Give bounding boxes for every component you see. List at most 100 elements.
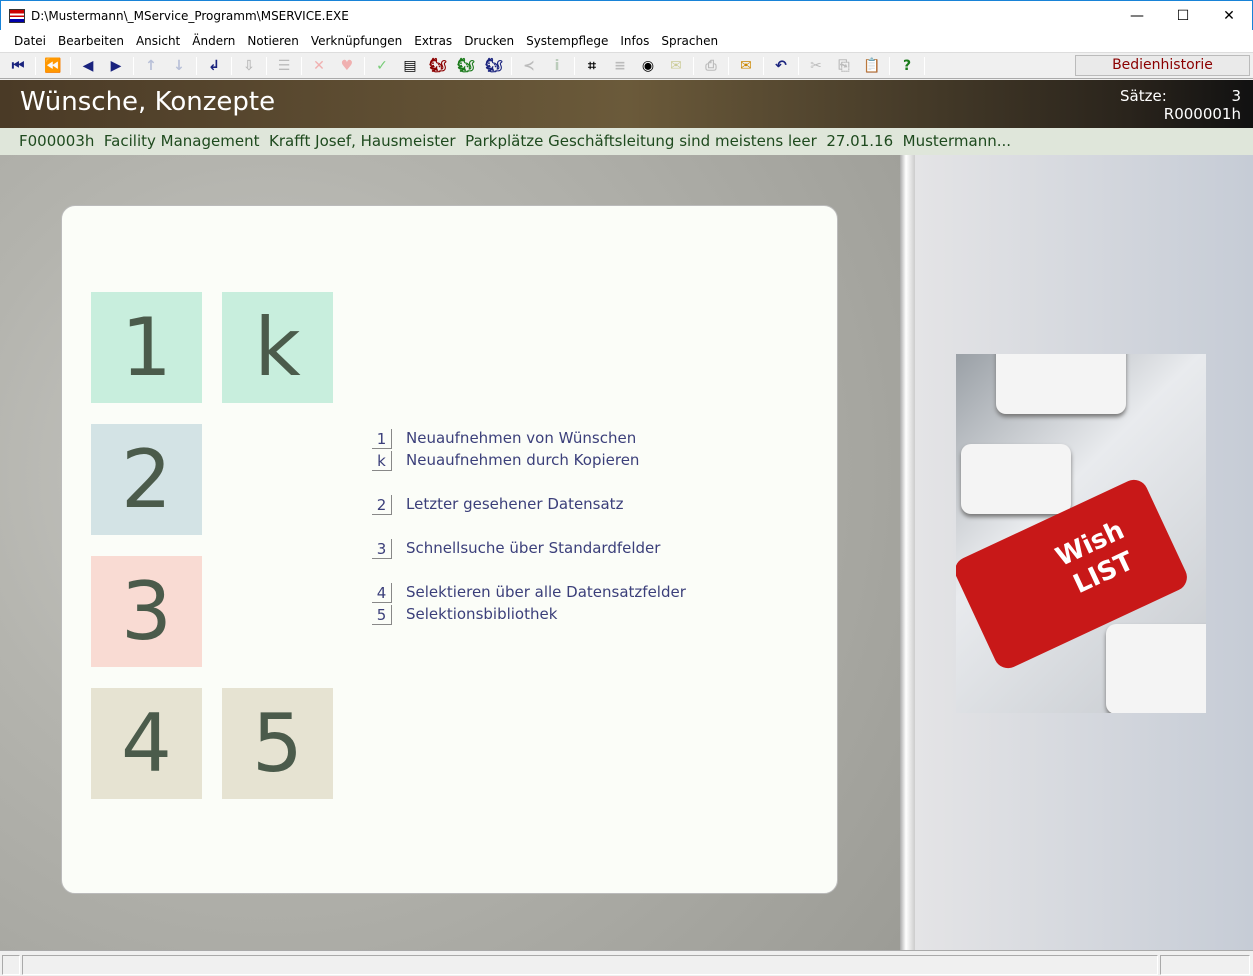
action-item[interactable]: 3 Schnellsuche über Standardfelder: [372, 539, 660, 559]
tile-5[interactable]: 5: [222, 688, 333, 799]
arrow-up-icon[interactable]: ↑: [137, 58, 165, 74]
action-key: k: [372, 451, 392, 471]
status-panel: [22, 955, 1158, 975]
close-button[interactable]: ✕: [1206, 8, 1252, 24]
toolbar-separator: [889, 56, 890, 75]
action-item[interactable]: 1 Neuaufnehmen von Wünschen: [372, 429, 636, 449]
copy-icon[interactable]: ⎘: [830, 58, 858, 74]
record-id: R000001h: [1163, 105, 1241, 123]
prev-record-icon[interactable]: ◀: [74, 58, 102, 74]
next-record-icon[interactable]: ▶: [102, 58, 130, 74]
menu-verknüpfungen[interactable]: Verknüpfungen: [305, 34, 408, 48]
menu-infos[interactable]: Infos: [614, 34, 655, 48]
app-icon: [9, 8, 25, 23]
toolbar-separator: [511, 56, 512, 75]
action-label: Neuaufnehmen von Wünschen: [406, 429, 637, 447]
toolbar-separator: [693, 56, 694, 75]
cut-icon[interactable]: ✂: [802, 58, 830, 74]
bedienhistorie-button[interactable]: Bedienhistorie: [1075, 55, 1250, 76]
menu-ändern[interactable]: Ändern: [186, 34, 241, 48]
toolbar-separator: [266, 56, 267, 75]
action-label: Selektieren über alle Datensatzfelder: [406, 583, 686, 601]
status-panel: [1160, 955, 1250, 975]
maximize-button[interactable]: ☐: [1160, 8, 1206, 24]
paste-icon[interactable]: 📋: [858, 58, 886, 74]
mail-icon[interactable]: ✉: [732, 58, 760, 74]
delete-icon[interactable]: ✕: [305, 58, 333, 74]
toolbar-separator: [728, 56, 729, 75]
action-key: 2: [372, 495, 392, 515]
toolbar-separator: [574, 56, 575, 75]
keyboard-key: [961, 444, 1071, 514]
menu-bearbeiten[interactable]: Bearbeiten: [52, 34, 130, 48]
import-icon[interactable]: ⇩: [235, 58, 263, 74]
arrow-down-icon[interactable]: ↓: [165, 58, 193, 74]
toolbar-separator: [133, 56, 134, 75]
pane-splitter[interactable]: [900, 155, 915, 950]
toolbar-separator: [924, 56, 925, 75]
page-title: Wünsche, Konzepte: [20, 87, 276, 117]
records-count: 3: [1231, 87, 1241, 105]
action-label: Letzter gesehener Datensatz: [406, 495, 624, 513]
undo-icon[interactable]: ↶: [767, 58, 795, 74]
minimize-button[interactable]: —: [1114, 8, 1160, 24]
binoculars-icon[interactable]: ⌗: [578, 58, 606, 74]
toolbar-separator: [763, 56, 764, 75]
menu-sprachen[interactable]: Sprachen: [655, 34, 724, 48]
eye-icon[interactable]: ◉: [634, 58, 662, 74]
info-icon[interactable]: i: [543, 58, 571, 74]
tile-1[interactable]: 1: [91, 292, 202, 403]
action-key: 1: [372, 429, 392, 449]
branch-icon[interactable]: ≺: [515, 58, 543, 74]
tile-4[interactable]: 4: [91, 688, 202, 799]
help-icon[interactable]: ?: [893, 58, 921, 74]
menu-systempflege[interactable]: Systempflege: [520, 34, 614, 48]
action-label: Selektionsbibliothek: [406, 605, 558, 623]
first-record-icon[interactable]: ⏮: [4, 58, 32, 74]
page-header: Wünsche, Konzepte Sätze: 3 R000001h: [0, 80, 1253, 128]
heart-icon[interactable]: ♥: [333, 58, 361, 74]
status-bar: [0, 950, 1253, 976]
document-icon[interactable]: ▤: [396, 58, 424, 74]
keyboard-key: [1106, 624, 1206, 713]
tile-2[interactable]: 2: [91, 424, 202, 535]
action-key: 3: [372, 539, 392, 559]
toolbar: ⏮ ⏪ ◀ ▶ ↑ ↓ ↲ ⇩ ☰ ✕ ♥ ✓ ▤ 🐿 🐿 🐿 ≺ i ⌗ ≡ ◉ ✉ ⎙ ✉ ↶ ✂ ⎘ 📋? Bedienhisto…: [0, 52, 1253, 79]
menu-drucken[interactable]: Drucken: [458, 34, 520, 48]
image-icon[interactable]: ✉: [662, 58, 690, 74]
menu-ansicht[interactable]: Ansicht: [130, 34, 186, 48]
print-icon[interactable]: ⎙: [697, 58, 725, 74]
tile-k[interactable]: k: [222, 292, 333, 403]
toolbar-separator: [301, 56, 302, 75]
action-item[interactable]: 4 Selektieren über alle Datensatzfelder: [372, 583, 686, 603]
action-item[interactable]: 5 Selektionsbibliothek: [372, 605, 557, 625]
list-icon[interactable]: ≡: [606, 58, 634, 74]
squirrel-blue-icon[interactable]: 🐿: [480, 58, 508, 74]
toolbar-separator: [798, 56, 799, 75]
tile-3[interactable]: 3: [91, 556, 202, 667]
action-item[interactable]: k Neuaufnehmen durch Kopieren: [372, 451, 639, 471]
toolbar-separator: [35, 56, 36, 75]
toolbar-separator: [196, 56, 197, 75]
enter-icon[interactable]: ↲: [200, 58, 228, 74]
keyboard-key: [996, 354, 1126, 414]
menu-datei[interactable]: Datei: [8, 34, 52, 48]
toolbar-separator: [70, 56, 71, 75]
action-key: 5: [372, 605, 392, 625]
squirrel-green-icon[interactable]: 🐿: [452, 58, 480, 74]
menu-bar: Datei Bearbeiten Ansicht Ändern Notieren Verk…: [0, 30, 1253, 52]
action-item[interactable]: 2 Letzter gesehener Datensatz: [372, 495, 623, 515]
title-bar: D:\Mustermann\_MService_Programm\MSERVIC…: [0, 0, 1253, 30]
action-label: Schnellsuche über Standardfelder: [406, 539, 661, 557]
toolbar-separator: [364, 56, 365, 75]
prev-page-icon[interactable]: ⏪: [39, 58, 67, 74]
record-info-line: F000003h Facility Management Krafft Jose…: [0, 128, 1253, 155]
action-key: 4: [372, 583, 392, 603]
action-label: Neuaufnehmen durch Kopieren: [406, 451, 640, 469]
tree-icon[interactable]: ☰: [270, 58, 298, 74]
menu-notieren[interactable]: Notieren: [241, 34, 304, 48]
check-icon[interactable]: ✓: [368, 58, 396, 74]
records-label: Sätze:: [1120, 87, 1167, 105]
menu-extras[interactable]: Extras: [408, 34, 458, 48]
squirrel-red-icon[interactable]: 🐿: [424, 58, 452, 74]
